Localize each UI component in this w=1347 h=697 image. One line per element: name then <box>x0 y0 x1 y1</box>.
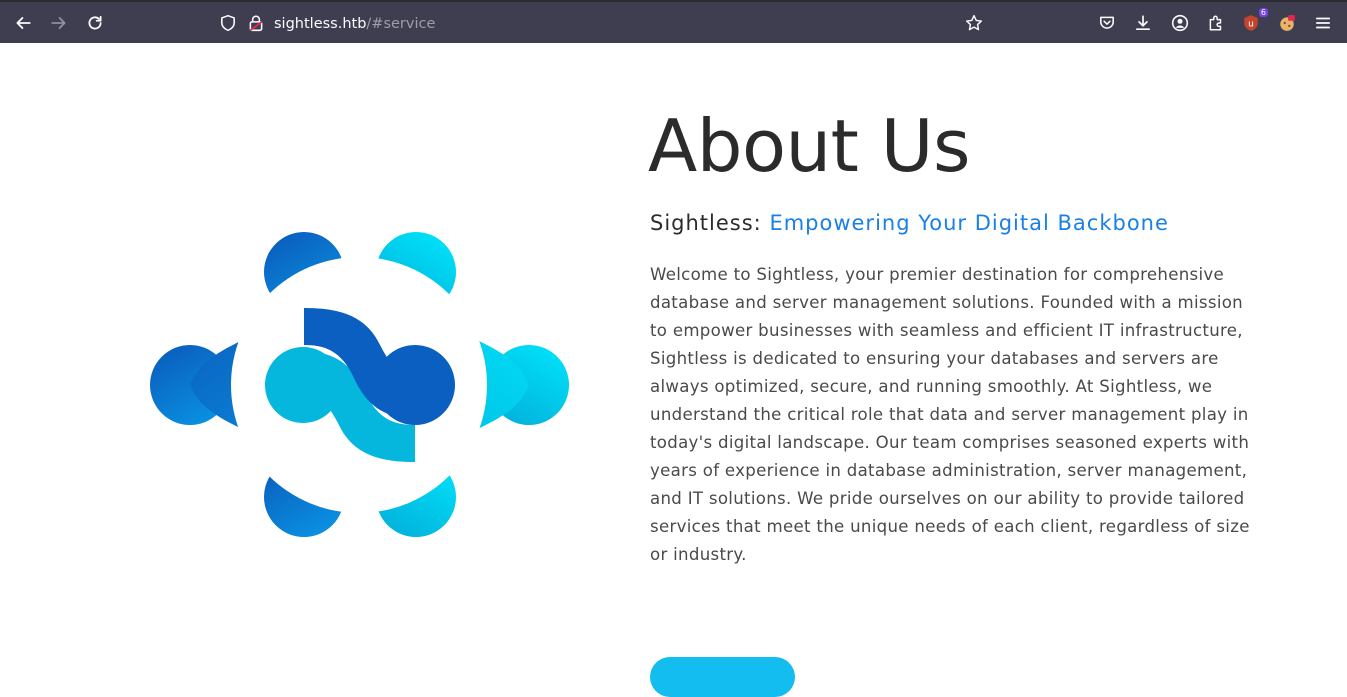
download-icon[interactable] <box>1131 11 1155 35</box>
bookmark-star-icon[interactable] <box>962 11 986 35</box>
tracking-protection-shield-icon[interactable] <box>216 11 240 35</box>
ublock-extension-icon[interactable]: u 6 <box>1239 8 1268 35</box>
url-path: /#service <box>366 16 436 32</box>
extensions-puzzle-icon[interactable] <box>1204 11 1228 35</box>
address-bar-url[interactable]: sightless.htb/#service <box>274 14 435 34</box>
svg-text:u: u <box>1248 19 1254 29</box>
about-title: About Us <box>648 104 970 188</box>
pocket-icon[interactable] <box>1095 11 1119 35</box>
cookie-extension-icon[interactable] <box>1275 11 1299 35</box>
browser-toolbar: sightless.htb/#service u 6 <box>0 0 1347 43</box>
sightless-logo <box>150 232 569 537</box>
account-icon[interactable] <box>1168 11 1192 35</box>
about-paragraph: Welcome to Sightless, your premier desti… <box>650 265 1250 564</box>
extension-badge: 6 <box>1258 8 1268 17</box>
url-host: sightless.htb <box>274 16 367 32</box>
subtitle-prefix: Sightless: <box>650 211 770 235</box>
reload-icon[interactable] <box>83 11 107 35</box>
forward-arrow-icon[interactable] <box>47 11 71 35</box>
connection-lock-icon[interactable] <box>244 11 268 35</box>
about-subtitle: Sightless: Empowering Your Digital Backb… <box>650 208 1169 238</box>
read-more-button[interactable] <box>650 657 795 697</box>
back-arrow-icon[interactable] <box>11 11 35 35</box>
hamburger-menu-icon[interactable] <box>1311 11 1335 35</box>
subtitle-accent: Empowering Your Digital Backbone <box>769 211 1169 235</box>
